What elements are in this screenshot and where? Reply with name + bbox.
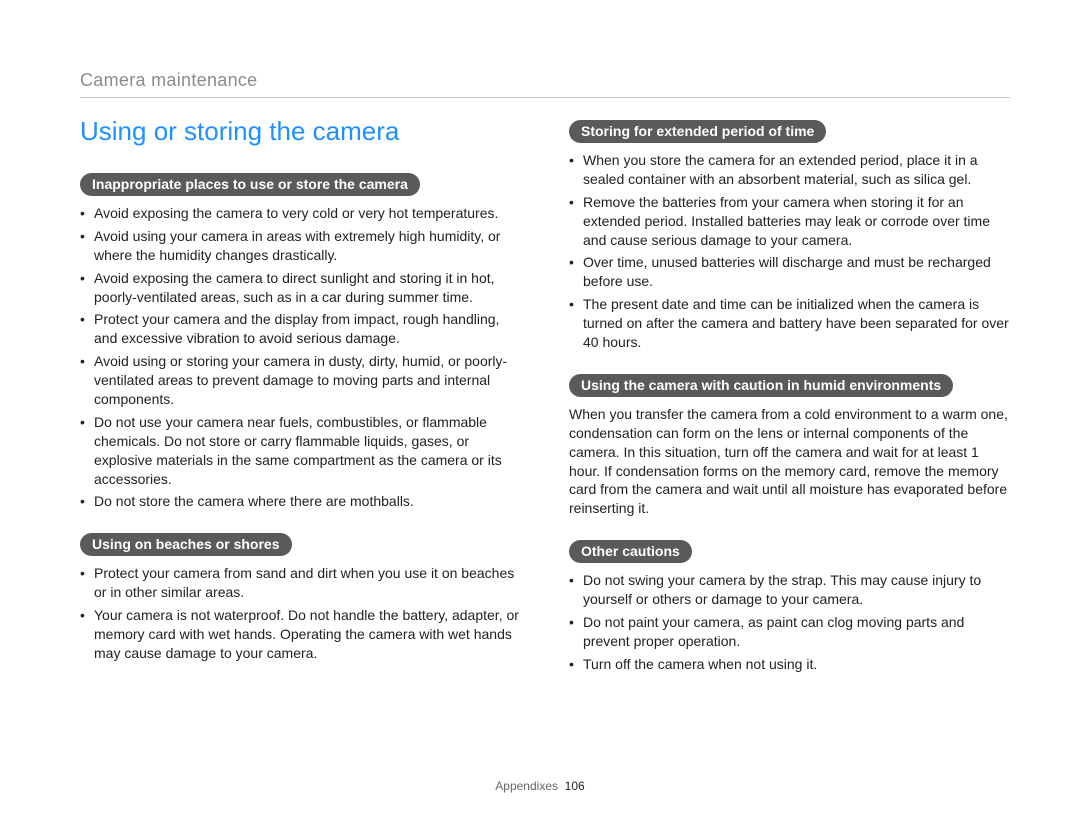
subhead-other-cautions: Other cautions xyxy=(569,540,692,563)
page-heading: Using or storing the camera xyxy=(80,116,521,147)
running-head: Camera maintenance xyxy=(80,70,1010,91)
subhead-beaches: Using on beaches or shores xyxy=(80,533,292,556)
right-column: Storing for extended period of time When… xyxy=(569,116,1010,692)
para-humid-environments: When you transfer the camera from a cold… xyxy=(569,405,1010,518)
list-other-cautions: Do not swing your camera by the strap. T… xyxy=(569,571,1010,673)
content-columns: Using or storing the camera Inappropriat… xyxy=(80,116,1010,692)
list-item: Protect your camera from sand and dirt w… xyxy=(80,564,521,602)
list-item: Your camera is not waterproof. Do not ha… xyxy=(80,606,521,663)
list-item: Do not use your camera near fuels, combu… xyxy=(80,413,521,489)
page-footer: Appendixes 106 xyxy=(0,779,1080,793)
list-inappropriate-places: Avoid exposing the camera to very cold o… xyxy=(80,204,521,511)
list-beaches: Protect your camera from sand and dirt w… xyxy=(80,564,521,662)
divider xyxy=(80,97,1010,98)
list-item: Do not store the camera where there are … xyxy=(80,492,521,511)
left-column: Using or storing the camera Inappropriat… xyxy=(80,116,521,692)
list-storing-extended: When you store the camera for an extende… xyxy=(569,151,1010,352)
list-item: Do not paint your camera, as paint can c… xyxy=(569,613,1010,651)
list-item: Do not swing your camera by the strap. T… xyxy=(569,571,1010,609)
list-item: Avoid using or storing your camera in du… xyxy=(80,352,521,409)
list-item: The present date and time can be initial… xyxy=(569,295,1010,352)
list-item: Turn off the camera when not using it. xyxy=(569,655,1010,674)
manual-page: Camera maintenance Using or storing the … xyxy=(0,0,1080,815)
list-item: Avoid exposing the camera to direct sunl… xyxy=(80,269,521,307)
footer-page-number: 106 xyxy=(565,779,585,793)
list-item: Avoid using your camera in areas with ex… xyxy=(80,227,521,265)
subhead-humid-environments: Using the camera with caution in humid e… xyxy=(569,374,953,397)
subhead-inappropriate-places: Inappropriate places to use or store the… xyxy=(80,173,420,196)
footer-section: Appendixes xyxy=(495,779,558,793)
list-item: When you store the camera for an extende… xyxy=(569,151,1010,189)
list-item: Over time, unused batteries will dischar… xyxy=(569,253,1010,291)
list-item: Remove the batteries from your camera wh… xyxy=(569,193,1010,250)
list-item: Avoid exposing the camera to very cold o… xyxy=(80,204,521,223)
subhead-storing-extended: Storing for extended period of time xyxy=(569,120,826,143)
list-item: Protect your camera and the display from… xyxy=(80,310,521,348)
